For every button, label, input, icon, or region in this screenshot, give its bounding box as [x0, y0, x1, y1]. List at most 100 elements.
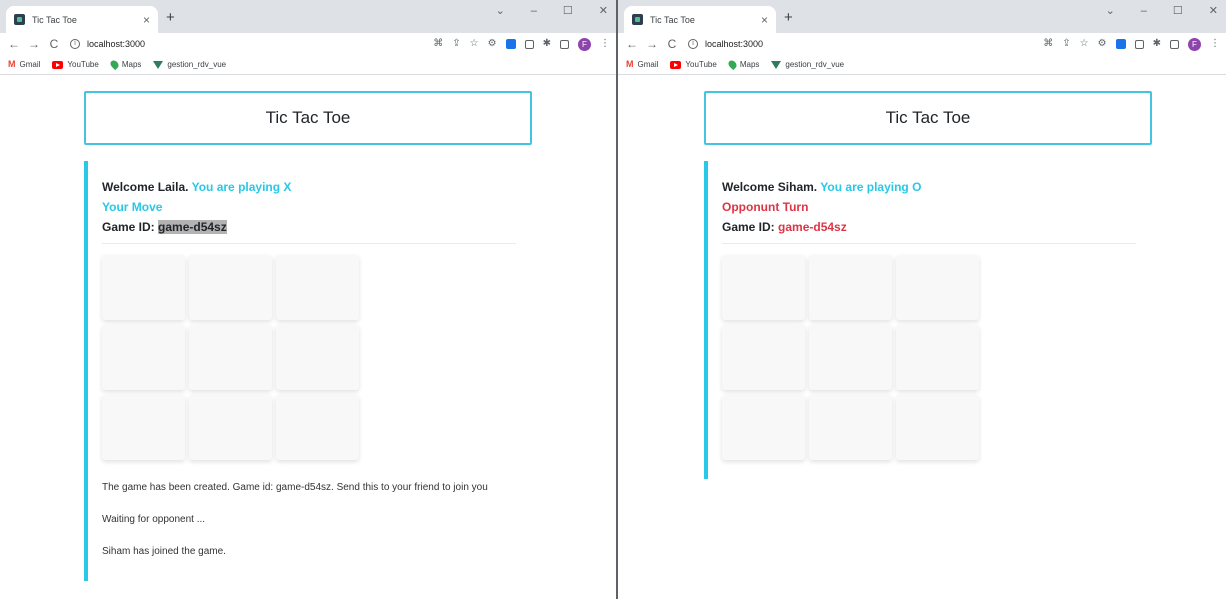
new-tab-icon[interactable]: +: [784, 10, 793, 25]
tab-search-icon[interactable]: ⌄: [1106, 6, 1115, 17]
game-board: [102, 255, 359, 460]
message-log: The game has been created. Game id: game…: [102, 481, 488, 577]
favicon-icon: [632, 14, 643, 25]
board-cell[interactable]: [276, 255, 359, 320]
board-cell[interactable]: [102, 325, 185, 390]
board-cell[interactable]: [276, 395, 359, 460]
youtube-icon: [670, 60, 682, 69]
profile-avatar[interactable]: F: [1188, 37, 1201, 51]
address-bar[interactable]: i localhost:3000: [684, 35, 1043, 53]
menu-icon[interactable]: ⋮: [600, 39, 610, 49]
bookmark-star-icon[interactable]: ☆: [1080, 39, 1089, 49]
log-message: The game has been created. Game id: game…: [102, 482, 488, 493]
maps-pin-icon: [108, 58, 120, 71]
address-bar[interactable]: i localhost:3000: [66, 35, 433, 53]
close-tab-icon[interactable]: ×: [143, 14, 150, 26]
browser-tab[interactable]: Tic Tac Toe ×: [624, 6, 776, 33]
game-panel: Welcome Laila. You are playing X Your Mo…: [84, 161, 524, 581]
board-cell[interactable]: [722, 325, 805, 390]
bookmark-maps[interactable]: Maps: [726, 58, 759, 71]
player-info: Welcome Laila. You are playing X Your Mo…: [102, 177, 291, 237]
bookmark-maps[interactable]: Maps: [108, 58, 141, 71]
board-cell[interactable]: [102, 395, 185, 460]
game-id-value: game-d54sz: [158, 220, 227, 234]
bookmark-star-icon[interactable]: ☆: [470, 39, 479, 49]
board-cell[interactable]: [189, 395, 272, 460]
extension-gear-icon[interactable]: ⚙: [1098, 39, 1107, 49]
browser-toolbar: ← → C i localhost:3000 ⌘ ⇪ ☆ ⚙ ✱ F ⋮: [618, 33, 1226, 55]
board-cell[interactable]: [809, 255, 892, 320]
close-window-icon[interactable]: ✕: [1209, 6, 1218, 17]
close-window-icon[interactable]: ✕: [599, 6, 608, 17]
window-controls: ⌄ – ☐ ✕: [496, 6, 608, 17]
vue-logo-icon: [153, 60, 164, 69]
browser-tab[interactable]: Tic Tac Toe ×: [6, 6, 158, 33]
board-cell[interactable]: [722, 395, 805, 460]
board-cell[interactable]: [722, 255, 805, 320]
board-cell[interactable]: [189, 255, 272, 320]
board-cell[interactable]: [189, 325, 272, 390]
board-cell[interactable]: [896, 395, 979, 460]
side-panel-icon[interactable]: [560, 39, 569, 49]
forward-icon[interactable]: →: [26, 38, 42, 50]
tab-title: Tic Tac Toe: [32, 14, 77, 25]
bookmark-youtube[interactable]: YouTube: [670, 60, 717, 69]
extension-gear-icon[interactable]: ⚙: [488, 39, 497, 49]
maps-pin-icon: [726, 58, 738, 71]
divider: [102, 243, 516, 244]
extension-icon[interactable]: [1115, 39, 1126, 49]
reload-icon[interactable]: C: [46, 38, 62, 50]
browser-window-left: Tic Tac Toe × + ⌄ – ☐ ✕ ← → C i localhos…: [0, 0, 616, 599]
profile-avatar[interactable]: F: [578, 37, 591, 51]
board-cell[interactable]: [896, 325, 979, 390]
share-icon[interactable]: ⇪: [1062, 39, 1070, 49]
bookmark-gestion-rdv-vue[interactable]: gestion_rdv_vue: [153, 60, 226, 69]
board-cell[interactable]: [809, 395, 892, 460]
minimize-icon[interactable]: –: [1141, 6, 1147, 17]
extensions-puzzle-icon[interactable]: ✱: [543, 39, 551, 49]
board-cell[interactable]: [809, 325, 892, 390]
new-tab-icon[interactable]: +: [166, 10, 175, 25]
window-controls: ⌄ – ☐ ✕: [1106, 6, 1218, 17]
bookmark-gmail[interactable]: M Gmail: [8, 60, 40, 70]
forward-icon[interactable]: →: [644, 38, 660, 50]
menu-icon[interactable]: ⋮: [1210, 39, 1220, 49]
bookmark-gestion-rdv-vue[interactable]: gestion_rdv_vue: [771, 60, 844, 69]
bookmark-youtube[interactable]: YouTube: [52, 60, 99, 69]
welcome-text: Welcome Laila.: [102, 180, 189, 194]
youtube-icon: [52, 60, 64, 69]
welcome-line: Welcome Siham. You are playing O: [722, 177, 921, 197]
maximize-icon[interactable]: ☐: [563, 6, 573, 17]
minimize-icon[interactable]: –: [531, 6, 537, 17]
media-icon[interactable]: [524, 39, 534, 49]
extension-icon[interactable]: [505, 39, 516, 49]
side-panel-icon[interactable]: [1170, 39, 1179, 49]
page-content: Tic Tac Toe Welcome Siham. You are playi…: [618, 75, 1226, 599]
browser-toolbar: ← → C i localhost:3000 ⌘ ⇪ ☆ ⚙ ✱ F ⋮: [0, 33, 616, 55]
extensions-puzzle-icon[interactable]: ✱: [1153, 39, 1161, 49]
translate-icon[interactable]: ⌘: [1043, 39, 1053, 49]
reload-icon[interactable]: C: [664, 38, 680, 50]
tab-search-icon[interactable]: ⌄: [496, 6, 505, 17]
game-id-value: game-d54sz: [778, 220, 847, 234]
divider: [722, 243, 1136, 244]
back-icon[interactable]: ←: [6, 38, 22, 50]
translate-icon[interactable]: ⌘: [433, 39, 443, 49]
toolbar-icons: ⌘ ⇪ ☆ ⚙ ✱ F ⋮: [433, 37, 610, 51]
maximize-icon[interactable]: ☐: [1173, 6, 1183, 17]
board-cell[interactable]: [896, 255, 979, 320]
board-cell[interactable]: [102, 255, 185, 320]
favicon-icon: [14, 14, 25, 25]
board-cell[interactable]: [276, 325, 359, 390]
back-icon[interactable]: ←: [624, 38, 640, 50]
close-tab-icon[interactable]: ×: [761, 14, 768, 26]
media-icon[interactable]: [1134, 39, 1144, 49]
tab-strip: Tic Tac Toe × + ⌄ – ☐ ✕: [0, 0, 616, 33]
site-info-icon[interactable]: i: [688, 39, 698, 49]
bookmark-gmail[interactable]: M Gmail: [626, 60, 658, 70]
playing-symbol: You are playing X: [191, 180, 292, 194]
share-icon[interactable]: ⇪: [452, 39, 460, 49]
page-content: Tic Tac Toe Welcome Laila. You are playi…: [0, 75, 616, 599]
site-info-icon[interactable]: i: [70, 39, 80, 49]
log-message: Siham has joined the game.: [102, 546, 226, 557]
